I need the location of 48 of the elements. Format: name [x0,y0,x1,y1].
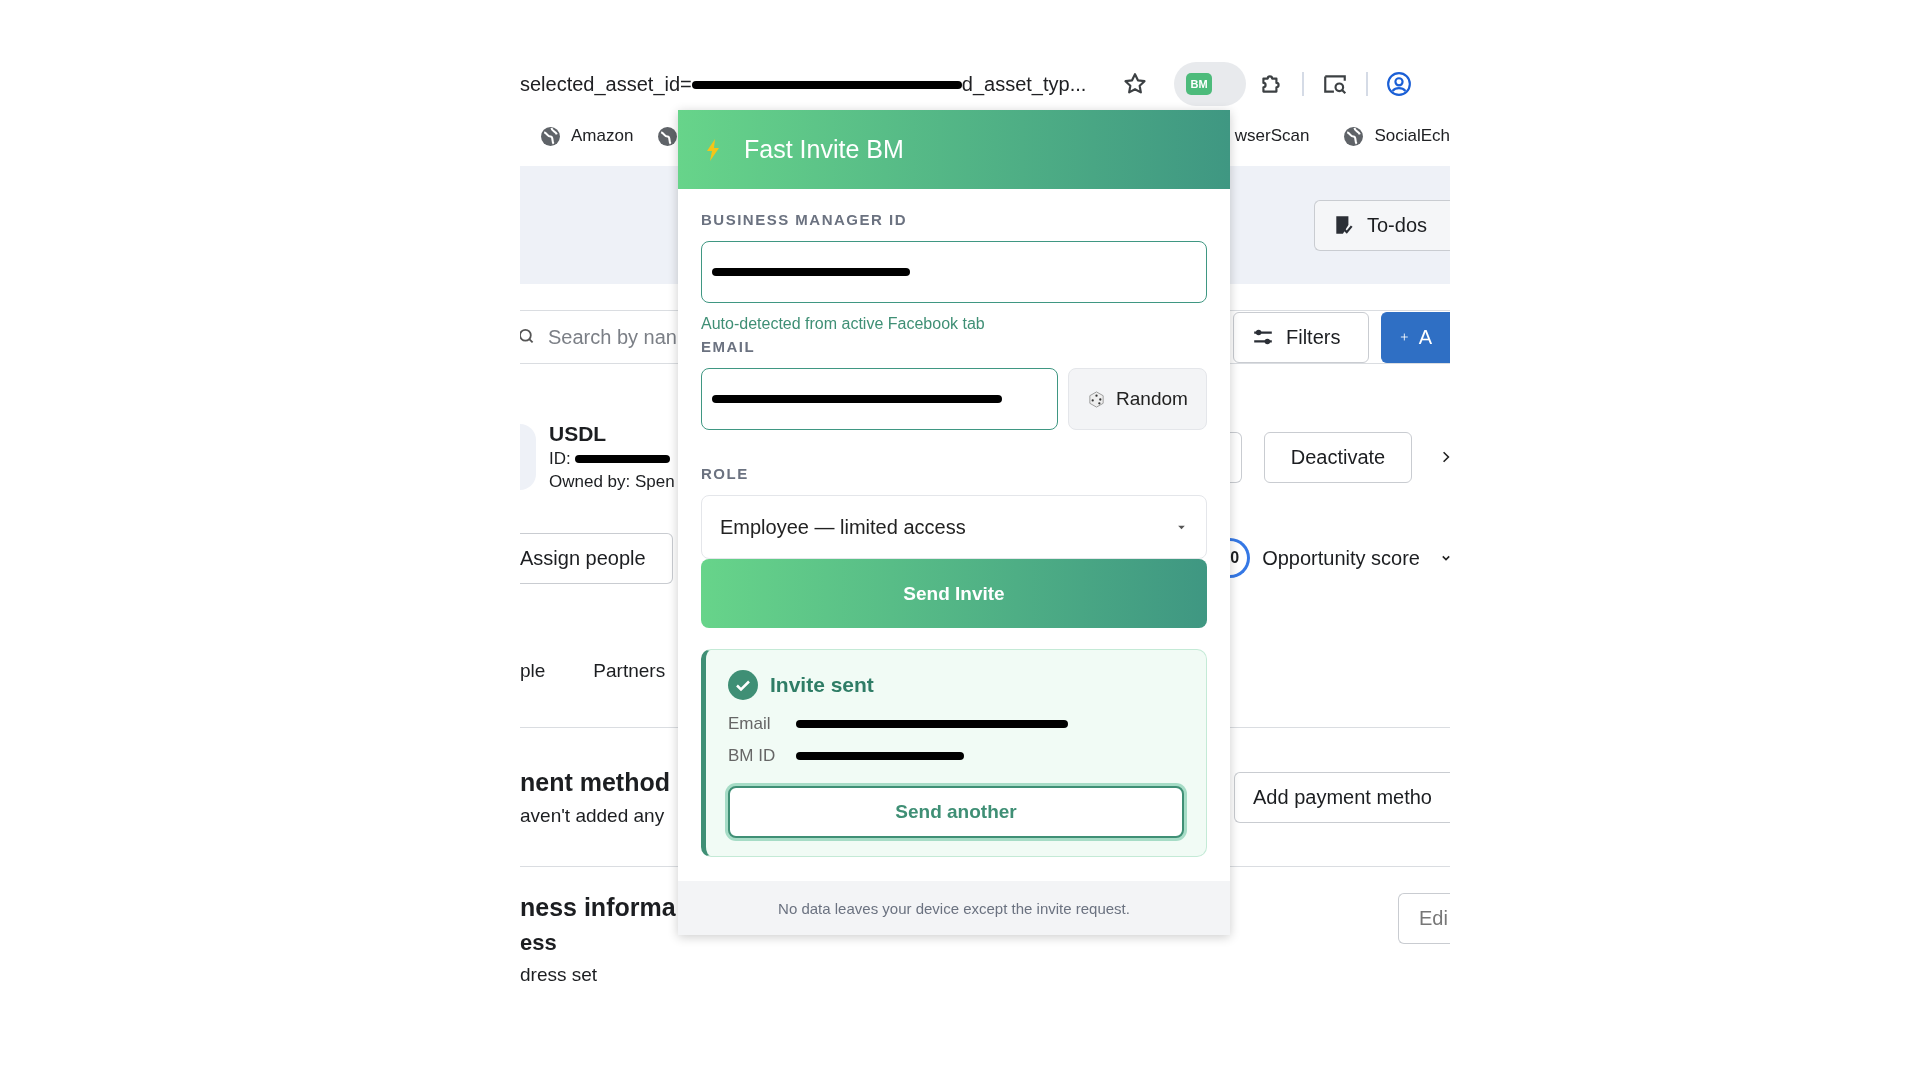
account-id: ID: [549,449,571,469]
section-title: nent method [520,767,670,797]
caret-icon[interactable] [1442,555,1450,561]
opportunity-score-label[interactable]: Opportunity score [1262,546,1420,570]
search-field[interactable]: Search by nan [520,311,677,363]
result-label: Email [728,714,772,734]
caret-icon [1177,524,1186,530]
footer-note: No data leaves your device except the invite request. [778,899,1130,917]
globe-icon [540,125,561,147]
send-another-button[interactable]: Send another [728,786,1184,838]
account-owner: Owned by: Spen [549,472,675,492]
popup-title: Fast Invite BM [744,135,904,164]
globe-icon[interactable] [657,125,679,147]
filters-button[interactable]: Filters [1233,311,1369,363]
checklist-icon [1333,214,1355,236]
tab[interactable]: ple [520,660,546,682]
todos-button[interactable]: To-dos [1314,199,1450,251]
section-title: ness informa [520,893,676,922]
field-label: BUSINESS MANAGER ID [701,211,909,228]
add-payment-method-button[interactable]: Add payment metho [1234,771,1450,823]
globe-icon [1343,125,1365,147]
add-button[interactable]: A [1381,311,1450,363]
business-manager-id-field[interactable] [701,241,1207,303]
assign-people-button[interactable]: Assign people [520,532,673,584]
field-hint: Auto-detected from active Facebook tab [701,315,986,333]
field-label: ROLE [701,465,750,482]
tab[interactable]: Partners [593,660,666,682]
random-button[interactable]: Random [1068,368,1207,430]
email-field[interactable] [701,368,1058,430]
field-label: EMAIL [701,338,757,355]
section-text: dress set [520,964,599,986]
deactivate-button[interactable]: Deactivate [1264,431,1412,483]
result-label: BM ID [728,746,777,766]
edit-button[interactable]: Edi [1398,893,1450,944]
result-title: Invite sent [770,673,874,697]
account-name: USDL [549,422,608,446]
section-text: aven't added any [520,804,666,827]
role-select[interactable]: Employee — limited access [701,495,1207,559]
check-circle-icon [728,670,758,700]
profile-icon[interactable] [1386,71,1412,97]
section-subtitle: ess [520,930,558,956]
bookmark[interactable]: Amazon [540,125,634,147]
dice-icon [1087,389,1107,409]
address-bar-url[interactable]: selected_asset_id= d_asset_typ... [520,72,1100,96]
chevron-right-icon[interactable] [1442,449,1450,465]
lightning-icon [706,138,720,161]
bookmark[interactable]: wserScan [1234,126,1310,146]
bookmark[interactable]: SocialEch [1343,125,1450,147]
